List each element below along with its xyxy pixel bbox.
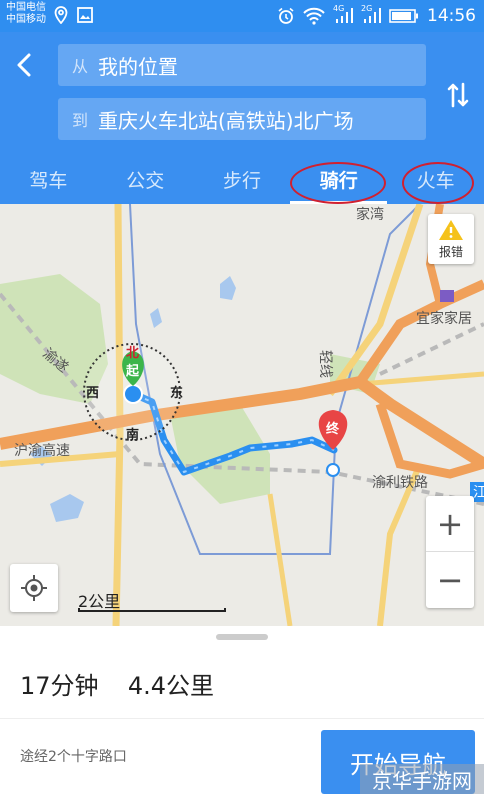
network-type-2: 2G	[361, 4, 373, 13]
status-bar: 中国电信 中国移动 4G 2G 14:56	[0, 0, 484, 32]
signal-1-icon: 4G	[333, 4, 353, 25]
highlight-circle-train	[402, 162, 474, 204]
origin-field[interactable]: 从 我的位置	[58, 44, 426, 86]
drag-handle[interactable]	[216, 634, 268, 640]
clock-time: 14:56	[427, 6, 476, 26]
tab-walk[interactable]: 步行	[194, 160, 291, 204]
compass-north: 北	[126, 346, 140, 361]
origin-value: 我的位置	[98, 54, 178, 79]
route-header: 从 我的位置 到 重庆火车北站(高铁站)北广场 驾车 公交 步行 骑行 火车	[0, 32, 484, 204]
report-error-label: 报错	[438, 245, 463, 259]
route-time-distance: 17分钟 4.4公里	[20, 666, 214, 701]
carrier-1: 中国电信	[6, 2, 46, 13]
network-type-1: 4G	[333, 4, 345, 13]
route-distance: 4.4公里	[127, 672, 214, 700]
destination-prefix: 到	[71, 111, 88, 130]
crosshair-icon	[21, 575, 47, 601]
start-marker-label: 起	[126, 364, 140, 379]
origin-prefix: 从	[71, 57, 88, 76]
wifi-icon	[303, 7, 325, 25]
destination-value: 重庆火车北站(高铁站)北广场	[98, 108, 354, 133]
compass-east: 东	[170, 386, 184, 401]
highlight-circle-cycle	[290, 162, 386, 204]
map-view[interactable]: 北 南 东 西 起 终 宜家家居 沪渝高速 渝利铁路 渝遂 轻线 家湾 江 报错…	[0, 204, 484, 626]
route-duration: 17分钟	[20, 672, 99, 700]
alarm-icon	[278, 7, 294, 24]
report-error-button[interactable]: 报错	[428, 214, 474, 264]
carrier-info: 中国电信 中国移动	[6, 2, 46, 26]
zoom-out-button[interactable]: −	[426, 552, 474, 608]
end-marker-label: 终	[326, 422, 340, 437]
map-canvas	[0, 204, 484, 626]
location-pin-icon	[54, 6, 68, 24]
tab-drive[interactable]: 驾车	[0, 160, 97, 204]
map-label-ikea: 宜家家居	[416, 311, 472, 327]
image-icon	[77, 7, 93, 23]
panel-divider	[0, 718, 484, 719]
warning-icon	[439, 220, 463, 240]
locate-me-button[interactable]	[10, 564, 58, 612]
watermark: 京华手游网	[360, 764, 484, 794]
battery-icon	[389, 9, 418, 23]
map-label-light-rail: 轻线	[317, 350, 333, 378]
map-scale-bar	[78, 608, 226, 612]
swap-direction-icon[interactable]	[446, 80, 470, 110]
map-label-jiawan: 家湾	[356, 207, 384, 223]
route-summary-panel[interactable]: 17分钟 4.4公里 途经2个十字路口 开始导航 京华手游网	[0, 626, 484, 794]
signal-2-icon: 2G	[361, 4, 381, 25]
zoom-controls: + −	[426, 496, 474, 608]
compass-south: 南	[126, 428, 140, 443]
tab-bus[interactable]: 公交	[97, 160, 194, 204]
route-via-info: 途经2个十字路口	[20, 749, 127, 765]
map-label-hurong-expressway: 沪渝高速	[14, 443, 70, 459]
compass-west: 西	[86, 386, 100, 401]
back-arrow-icon[interactable]	[10, 50, 40, 80]
carrier-2: 中国移动	[6, 14, 46, 25]
map-label-yuli-railway: 渝利铁路	[372, 475, 428, 491]
destination-field[interactable]: 到 重庆火车北站(高铁站)北广场	[58, 98, 426, 140]
zoom-in-button[interactable]: +	[426, 496, 474, 552]
